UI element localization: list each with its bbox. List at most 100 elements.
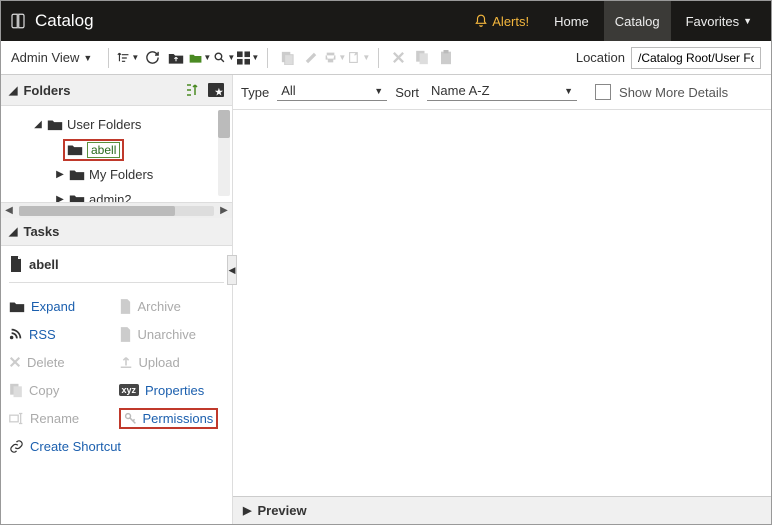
type-label: Type	[241, 85, 269, 100]
collapse-icon: ◢	[9, 84, 17, 97]
folders-header[interactable]: ◢ Folders	[1, 75, 232, 106]
type-value: All	[281, 83, 295, 98]
copy-icon	[9, 383, 23, 398]
folder-icon	[67, 143, 83, 156]
tasks-header[interactable]: ◢ Tasks	[1, 218, 232, 246]
export-button: ▼	[348, 47, 370, 69]
book-icon	[9, 12, 27, 30]
expand-caret-icon: ▶	[55, 194, 65, 202]
favorite-folder-icon[interactable]	[208, 83, 224, 97]
expand-caret-icon: ▶	[55, 169, 65, 180]
delete-button	[387, 47, 409, 69]
nav-home-label: Home	[554, 14, 589, 29]
tree-item-user-folders[interactable]: ◢ User Folders	[1, 112, 232, 137]
main: ◢ Folders ◢ User Folders	[1, 75, 771, 524]
link-icon	[9, 439, 24, 454]
task-rename: Rename	[9, 407, 115, 429]
tree-label: My Folders	[89, 167, 153, 182]
alerts-link[interactable]: Alerts!	[464, 14, 539, 29]
scroll-right-icon[interactable]: ▶	[216, 205, 232, 216]
task-properties[interactable]: xyz Properties	[119, 379, 225, 401]
task-label: RSS	[29, 327, 56, 342]
horizontal-scrollbar[interactable]: ◀ ▶	[1, 202, 232, 218]
tree-sync-icon[interactable]	[184, 81, 202, 99]
content-area: ◀ Type All ▼ Sort Name A-Z ▼ Show More D…	[233, 75, 771, 524]
scroll-left-icon[interactable]: ◀	[1, 205, 17, 216]
search-button[interactable]: ▼	[213, 47, 235, 69]
show-more-label: Show More Details	[619, 85, 728, 100]
expand-caret-icon: ▶	[243, 504, 251, 517]
chevron-down-icon: ▼	[83, 53, 92, 63]
task-label: Upload	[139, 355, 180, 370]
view-grid-button[interactable]: ▼	[237, 47, 259, 69]
up-folder-button[interactable]	[165, 47, 187, 69]
document-icon	[119, 299, 132, 314]
folders-title: Folders	[23, 83, 70, 98]
separator	[267, 48, 268, 68]
folder-icon	[69, 168, 85, 181]
nav-home[interactable]: Home	[543, 1, 600, 41]
tasks-target-label: abell	[29, 257, 59, 272]
tree-label-selected: abell	[87, 142, 120, 158]
task-label: Unarchive	[138, 327, 197, 342]
type-dropdown[interactable]: All ▼	[277, 83, 387, 101]
nav-catalog-label: Catalog	[615, 14, 660, 29]
tree-item-admin2[interactable]: ▶ admin2	[1, 187, 232, 202]
empty-content	[233, 110, 771, 496]
sort-button[interactable]: ▼	[117, 47, 139, 69]
task-create-shortcut[interactable]: Create Shortcut	[9, 435, 224, 457]
task-label: Rename	[30, 411, 79, 426]
tree-item-abell[interactable]: abell	[9, 137, 232, 162]
copy-to-button	[276, 47, 298, 69]
preview-label: Preview	[257, 503, 306, 518]
tree-label: User Folders	[67, 117, 141, 132]
copy-button	[411, 47, 433, 69]
admin-view-dropdown[interactable]: Admin View ▼	[11, 50, 100, 65]
task-label: Create Shortcut	[30, 439, 121, 454]
chevron-down-icon: ▼	[374, 86, 383, 96]
task-label: Archive	[138, 299, 181, 314]
chevron-down-icon: ▼	[743, 16, 752, 26]
folder-icon	[9, 300, 25, 313]
task-unarchive: Unarchive	[119, 323, 225, 345]
location-input[interactable]	[631, 47, 761, 69]
show-more-checkbox[interactable]	[595, 84, 611, 100]
task-label: Delete	[27, 355, 65, 370]
task-label: Copy	[29, 383, 59, 398]
location-label: Location	[576, 50, 625, 65]
task-permissions[interactable]: Permissions	[119, 407, 225, 429]
nav-catalog[interactable]: Catalog	[604, 1, 671, 41]
folder-icon	[69, 193, 85, 202]
task-label: Permissions	[143, 411, 214, 426]
toolbar: Admin View ▼ ▼ ▼ ▼ ▼ ▼ ▼	[1, 41, 771, 75]
preview-header[interactable]: ▶ Preview	[233, 496, 771, 524]
separator	[378, 48, 379, 68]
chevron-down-icon: ▼	[564, 86, 573, 96]
vertical-scrollbar[interactable]	[218, 110, 230, 196]
rss-icon	[9, 327, 23, 341]
sidebar: ◢ Folders ◢ User Folders	[1, 75, 233, 524]
page-title: Catalog	[35, 11, 94, 31]
xyz-icon: xyz	[119, 384, 140, 396]
task-upload: Upload	[119, 351, 225, 373]
rename-icon	[9, 412, 24, 425]
tasks-target: abell	[9, 252, 224, 283]
new-folder-button[interactable]: ▼	[189, 47, 211, 69]
document-icon	[9, 256, 23, 272]
collapse-sidebar-handle[interactable]: ◀	[227, 255, 237, 285]
tasks-title: Tasks	[23, 224, 59, 239]
tree-label: admin2	[89, 192, 132, 202]
tree-item-my-folders[interactable]: ▶ My Folders	[1, 162, 232, 187]
task-expand[interactable]: Expand	[9, 295, 115, 317]
task-archive: Archive	[119, 295, 225, 317]
sort-label: Sort	[395, 85, 419, 100]
edit-button	[300, 47, 322, 69]
refresh-button[interactable]	[141, 47, 163, 69]
print-button: ▼	[324, 47, 346, 69]
task-delete: Delete	[9, 351, 115, 373]
task-rss[interactable]: RSS	[9, 323, 115, 345]
folder-icon	[47, 118, 63, 131]
nav-favorites[interactable]: Favorites ▼	[675, 1, 763, 41]
task-label: Properties	[145, 383, 204, 398]
sort-dropdown[interactable]: Name A-Z ▼	[427, 83, 577, 101]
